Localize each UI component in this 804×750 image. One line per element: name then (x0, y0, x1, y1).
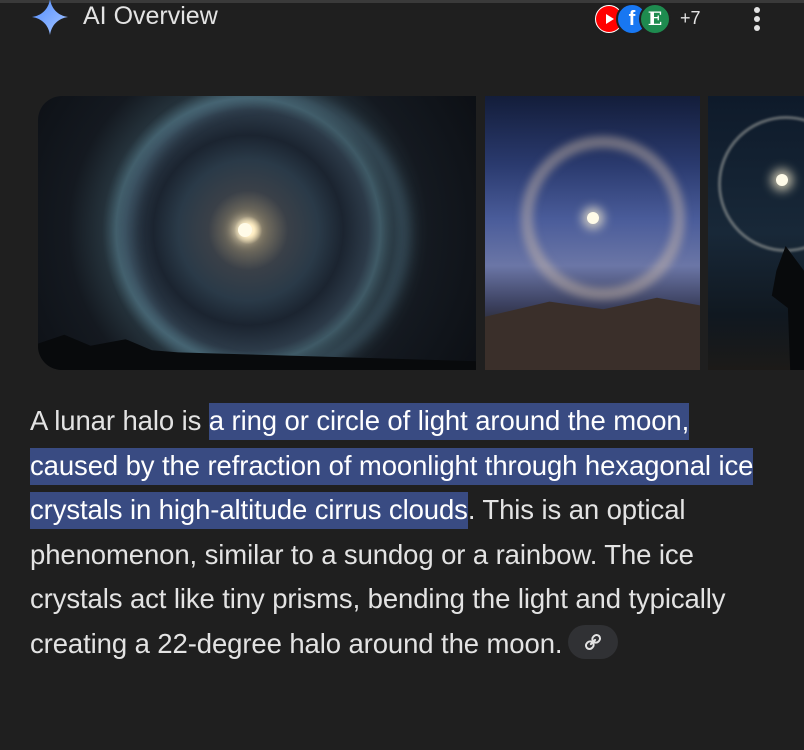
ai-sparkle-icon (32, 0, 68, 35)
lunar-halo-tree-photo[interactable] (708, 96, 804, 370)
image-carousel[interactable] (38, 96, 804, 370)
site-e-icon[interactable]: E (639, 3, 671, 35)
halo-ring-shape-2 (521, 136, 685, 300)
halo-ring-shape-3 (718, 116, 804, 252)
overview-title: AI Overview (83, 2, 218, 30)
more-options-icon[interactable] (744, 3, 768, 35)
link-icon (585, 634, 602, 651)
lunar-halo-photo-1[interactable] (38, 96, 476, 370)
overview-header: AI Overview f E +7 (0, 0, 804, 40)
ai-overview-panel: AI Overview f E +7 A lunar halo is a rin… (0, 0, 804, 750)
lunar-halo-observatory-photo[interactable] (485, 96, 700, 370)
moon-shape (238, 223, 252, 237)
mountain-ridge (485, 297, 700, 370)
moon-shape-3 (776, 174, 788, 186)
more-sources-count[interactable]: +7 (680, 8, 701, 29)
source-avatars[interactable]: f E +7 (593, 3, 701, 35)
source-link-button[interactable] (568, 625, 619, 660)
moon-shape-2 (587, 212, 599, 224)
answer-intro: A lunar halo is (30, 405, 209, 436)
tree-silhouette-3 (771, 246, 804, 370)
overview-answer: A lunar halo is a ring or circle of ligh… (30, 399, 775, 666)
halo-ring-shape (118, 96, 410, 370)
